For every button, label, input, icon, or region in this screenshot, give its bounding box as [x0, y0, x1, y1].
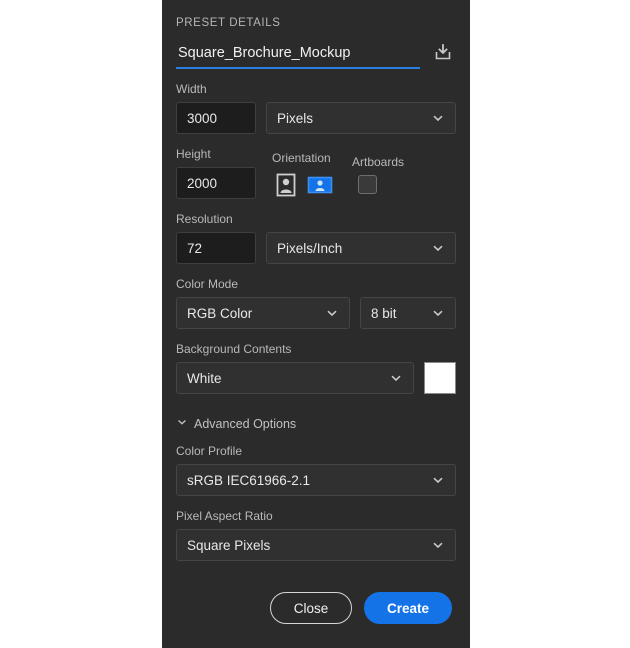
close-button[interactable]: Close: [270, 592, 352, 624]
background-contents-value: White: [187, 370, 222, 386]
color-profile-select[interactable]: sRGB IEC61966-2.1: [176, 464, 456, 496]
color-mode-select[interactable]: RGB Color: [176, 297, 350, 329]
bit-depth-select[interactable]: 8 bit: [360, 297, 456, 329]
section-title: PRESET DETAILS: [176, 17, 281, 29]
width-label: Width: [176, 82, 207, 96]
pixel-aspect-ratio-value: Square Pixels: [187, 537, 271, 553]
orientation-buttons: [272, 171, 334, 199]
bit-depth-value: 8 bit: [371, 305, 397, 321]
pixel-aspect-ratio-select[interactable]: Square Pixels: [176, 529, 456, 561]
chevron-down-icon: [431, 241, 445, 255]
chevron-down-icon: [431, 473, 445, 487]
background-color-swatch[interactable]: [424, 362, 456, 394]
orientation-group: Orientation: [272, 138, 334, 199]
pixel-aspect-ratio-row: Square Pixels: [176, 529, 456, 561]
resolution-row: Pixels/Inch: [176, 232, 456, 264]
pixel-aspect-ratio-label: Pixel Aspect Ratio: [176, 509, 273, 523]
artboards-checkbox[interactable]: [358, 175, 377, 194]
chevron-down-icon: [431, 306, 445, 320]
width-unit-value: Pixels: [277, 110, 314, 126]
landscape-orientation-icon[interactable]: [306, 171, 334, 199]
color-profile-row: sRGB IEC61966-2.1: [176, 464, 456, 496]
artboards-group: Artboards: [352, 142, 404, 199]
width-input[interactable]: [176, 102, 256, 134]
chevron-down-icon: [431, 111, 445, 125]
resolution-input[interactable]: [176, 232, 256, 264]
color-profile-label: Color Profile: [176, 444, 243, 458]
background-contents-row: White: [176, 362, 456, 394]
width-row: Pixels: [176, 102, 456, 134]
height-group: Height: [176, 134, 256, 199]
color-mode-row: RGB Color 8 bit: [176, 297, 456, 329]
color-mode-value: RGB Color: [187, 305, 253, 321]
artboards-label: Artboards: [352, 155, 405, 169]
advanced-options-toggle[interactable]: Advanced Options: [176, 416, 456, 431]
resolution-unit-select[interactable]: Pixels/Inch: [266, 232, 456, 264]
color-profile-value: sRGB IEC61966-2.1: [187, 472, 311, 488]
create-button[interactable]: Create: [364, 592, 452, 624]
preset-name-row: [176, 39, 456, 69]
preset-details-panel: PRESET DETAILS Width Pixels Height Orien…: [162, 0, 470, 648]
height-input[interactable]: [176, 167, 256, 199]
color-mode-label: Color Mode: [176, 277, 239, 291]
height-label: Height: [176, 147, 211, 161]
width-unit-select[interactable]: Pixels: [266, 102, 456, 134]
height-orientation-artboards-row: Height Orientation: [176, 134, 456, 199]
orientation-label: Orientation: [272, 151, 331, 165]
chevron-down-icon: [389, 371, 403, 385]
background-contents-label: Background Contents: [176, 342, 292, 356]
advanced-options-label: Advanced Options: [194, 416, 297, 431]
background-contents-select[interactable]: White: [176, 362, 414, 394]
chevron-down-icon: [176, 416, 188, 431]
save-preset-icon[interactable]: [430, 39, 456, 65]
footer-buttons: Close Create: [162, 592, 470, 624]
chevron-down-icon: [431, 538, 445, 552]
portrait-orientation-icon[interactable]: [272, 171, 300, 199]
preset-name-input[interactable]: [176, 41, 420, 69]
resolution-label: Resolution: [176, 212, 233, 226]
resolution-unit-value: Pixels/Inch: [277, 240, 343, 256]
chevron-down-icon: [325, 306, 339, 320]
